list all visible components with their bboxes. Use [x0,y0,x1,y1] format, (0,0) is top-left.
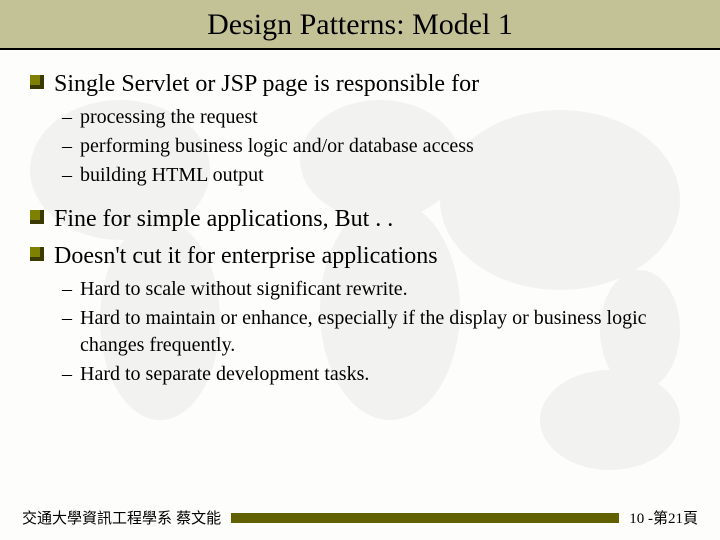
sub-bullet-text: performing business logic and/or databas… [80,133,474,160]
slide-content: Single Servlet or JSP page is responsibl… [0,50,720,388]
footer-bar [231,513,619,523]
bullet-item: Single Servlet or JSP page is responsibl… [30,68,690,100]
dash-icon: – [62,361,72,388]
sub-list: – Hard to scale without significant rewr… [62,276,690,388]
square-bullet-icon [30,247,44,261]
sub-bullet-item: – performing business logic and/or datab… [62,133,690,160]
sub-bullet-item: – Hard to separate development tasks. [62,361,690,388]
sub-bullet-text: Hard to maintain or enhance, especially … [80,305,690,359]
sub-list: – processing the request – performing bu… [62,104,690,189]
sub-bullet-text: Hard to separate development tasks. [80,361,369,388]
dash-icon: – [62,305,72,332]
dash-icon: – [62,276,72,303]
sub-bullet-text: processing the request [80,104,258,131]
sub-bullet-item: – building HTML output [62,162,690,189]
slide-footer: 交通大學資訊工程學系 蔡文能 10 -第21頁 [0,507,720,528]
square-bullet-icon [30,210,44,224]
bullet-text: Fine for simple applications, But . . [54,203,393,235]
sub-bullet-text: building HTML output [80,162,264,189]
sub-bullet-item: – processing the request [62,104,690,131]
sub-bullet-item: – Hard to maintain or enhance, especiall… [62,305,690,359]
dash-icon: – [62,104,72,131]
bullet-item: Fine for simple applications, But . . [30,203,690,235]
footer-page-number: 10 -第21頁 [629,507,698,528]
title-band: Design Patterns: Model 1 [0,0,720,50]
sub-bullet-item: – Hard to scale without significant rewr… [62,276,690,303]
sub-bullet-text: Hard to scale without significant rewrit… [80,276,408,303]
slide-title: Design Patterns: Model 1 [0,8,720,42]
bullet-text: Doesn't cut it for enterprise applicatio… [54,240,438,272]
dash-icon: – [62,162,72,189]
footer-author: 交通大學資訊工程學系 蔡文能 [22,507,221,528]
bullet-item: Doesn't cut it for enterprise applicatio… [30,240,690,272]
square-bullet-icon [30,75,44,89]
bullet-text: Single Servlet or JSP page is responsibl… [54,68,479,100]
dash-icon: – [62,133,72,160]
